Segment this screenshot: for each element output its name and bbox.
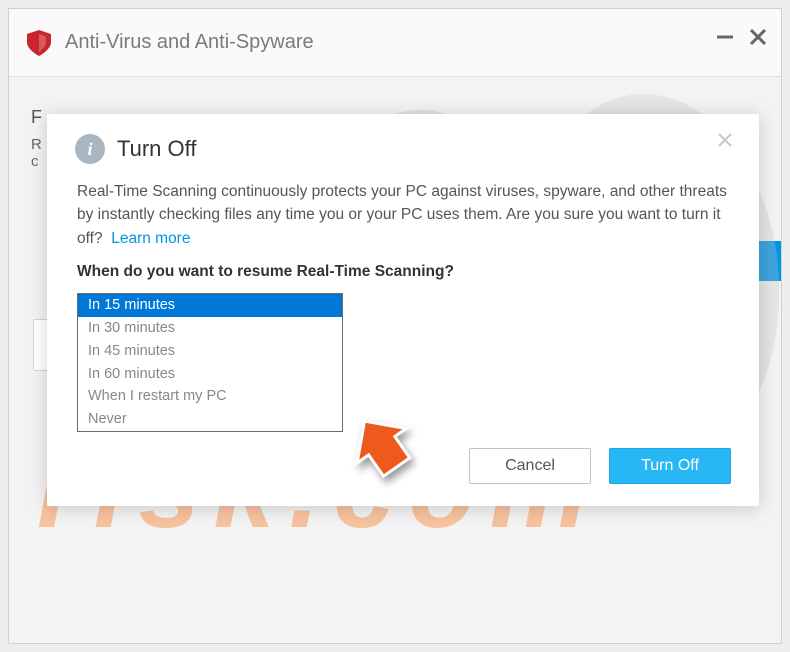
modal-overlay: i Turn Off Real-Time Scanning continuous…: [9, 9, 781, 643]
resume-dropdown[interactable]: In 15 minutes In 30 minutes In 45 minute…: [77, 293, 343, 432]
cancel-button[interactable]: Cancel: [469, 448, 591, 484]
dropdown-option-30min[interactable]: In 30 minutes: [78, 317, 342, 340]
dropdown-option-never[interactable]: Never: [78, 408, 342, 431]
turn-off-modal: i Turn Off Real-Time Scanning continuous…: [47, 114, 759, 506]
turn-off-button[interactable]: Turn Off: [609, 448, 731, 484]
dropdown-option-restart[interactable]: When I restart my PC: [78, 385, 342, 408]
modal-title: Turn Off: [117, 136, 196, 162]
learn-more-link[interactable]: Learn more: [111, 230, 190, 247]
dropdown-option-45min[interactable]: In 45 minutes: [78, 340, 342, 363]
dropdown-option-15min[interactable]: In 15 minutes: [78, 294, 342, 317]
info-icon: i: [75, 134, 105, 164]
app-window: Anti-Virus and Anti-Spyware F R c risk.c…: [8, 8, 782, 644]
modal-close-button[interactable]: [713, 128, 737, 152]
dropdown-option-60min[interactable]: In 60 minutes: [78, 363, 342, 386]
resume-prompt: When do you want to resume Real-Time Sca…: [77, 260, 731, 283]
